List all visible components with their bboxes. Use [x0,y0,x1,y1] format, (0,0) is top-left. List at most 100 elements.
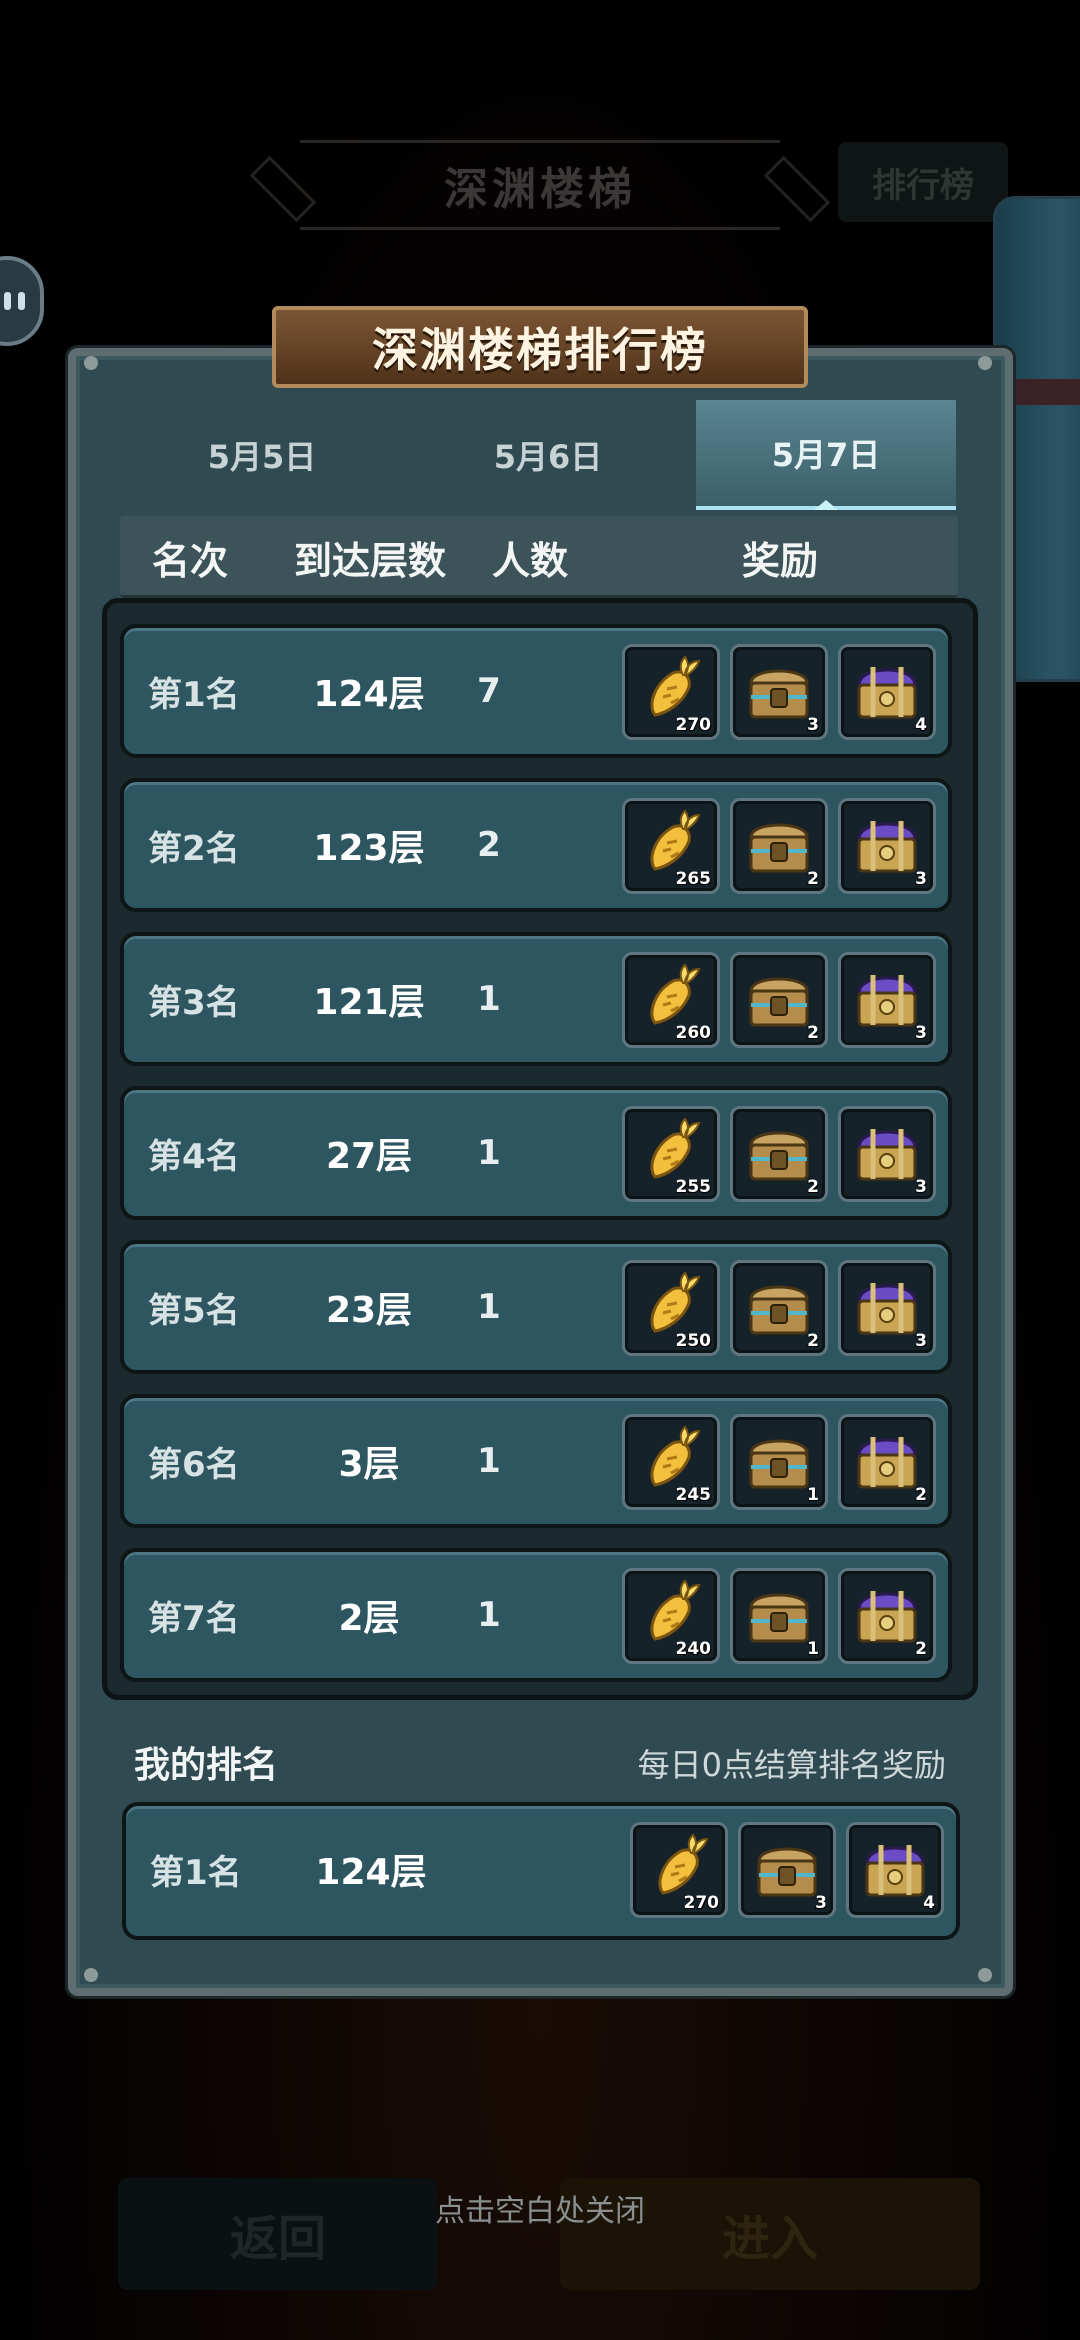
header-reward: 奖励 [741,538,818,583]
player-count: 1 [477,1441,501,1481]
reward-quantity: 240 [675,1639,712,1659]
rank-label: 第1名 [148,674,240,715]
carrot-reward[interactable]: 250 [622,1260,720,1356]
reward-quantity: 1 [807,1485,819,1505]
player-count: 1 [477,1595,501,1635]
chest-reward[interactable]: 3 [738,1822,836,1918]
reward-quantity: 245 [675,1485,712,1505]
purple-chest-reward[interactable]: 4 [838,644,936,740]
chest-reward[interactable]: 1 [730,1568,828,1664]
purple-chest-reward[interactable]: 3 [838,798,936,894]
chest-reward[interactable]: 2 [730,1106,828,1202]
rank-label: 第6名 [148,1444,240,1485]
table-row: 第6名 3层 1 245 1 2 [120,1394,952,1528]
purple-chest-icon [857,975,917,1027]
rank-label: 第5名 [148,1290,240,1331]
purple-chest-reward[interactable]: 2 [838,1568,936,1664]
close-hint[interactable]: 点击空白处关闭 [0,2186,1080,2230]
reward-quantity: 1 [807,1639,819,1659]
reward-quantity: 2 [807,1331,819,1351]
treasure-chest-icon [749,977,809,1027]
table-header: 名次 到达层数 人数 奖励 [120,516,958,598]
reward-quantity: 270 [675,715,712,735]
carrot-reward[interactable]: 270 [622,644,720,740]
reward-quantity: 3 [915,1177,927,1197]
rank-label: 第3名 [148,982,240,1023]
chest-reward[interactable]: 3 [730,644,828,740]
table-row: 第3名 121层 1 260 2 3 [120,932,952,1066]
treasure-chest-icon [757,1847,817,1897]
tab-may-5[interactable]: 5月5日 [122,400,402,510]
chest-reward[interactable]: 2 [730,798,828,894]
header-count: 人数 [491,538,568,583]
purple-chest-icon [857,1591,917,1643]
rank-label: 第2名 [148,828,240,869]
tab-may-6[interactable]: 5月6日 [408,400,688,510]
purple-chest-icon [857,667,917,719]
reward-items: 245 1 2 [622,1414,936,1510]
reward-items: 270 3 4 [622,644,936,740]
panel-corner-ornament [84,1968,98,1982]
rank-label: 第1名 [150,1852,242,1893]
carrot-reward[interactable]: 260 [622,952,720,1048]
reward-quantity: 3 [915,1023,927,1043]
reward-quantity: 2 [915,1485,927,1505]
chest-reward[interactable]: 2 [730,1260,828,1356]
carrot-reward[interactable]: 255 [622,1106,720,1202]
floor-value: 2层 [338,1598,400,1639]
treasure-chest-icon [749,1285,809,1335]
reward-items: 250 2 3 [622,1260,936,1356]
reward-quantity: 3 [807,715,819,735]
chest-reward[interactable]: 2 [730,952,828,1048]
carrot-reward[interactable]: 245 [622,1414,720,1510]
floor-value: 124层 [313,674,425,715]
player-count: 1 [477,1133,501,1173]
tab-may-7[interactable]: 5月7日 [696,400,956,510]
player-count: 1 [477,1287,501,1327]
reward-quantity: 4 [923,1893,935,1913]
table-row: 第5名 23层 1 250 2 3 [120,1240,952,1374]
floor-value: 123层 [313,828,425,869]
reward-quantity: 3 [915,869,927,889]
treasure-chest-icon [749,1131,809,1181]
reward-items: 255 2 3 [622,1106,936,1202]
carrot-reward[interactable]: 265 [622,798,720,894]
reward-quantity: 260 [675,1023,712,1043]
panel-corner-ornament [84,356,98,370]
purple-chest-reward[interactable]: 4 [846,1822,944,1918]
purple-chest-reward[interactable]: 3 [838,1106,936,1202]
floor-value: 23层 [325,1290,413,1331]
reward-quantity: 2 [915,1639,927,1659]
purple-chest-reward[interactable]: 2 [838,1414,936,1510]
reward-quantity: 250 [675,1331,712,1351]
reward-quantity: 4 [915,715,927,735]
treasure-chest-icon [749,823,809,873]
reward-items: 265 2 3 [622,798,936,894]
reward-items: 240 1 2 [622,1568,936,1664]
background-screen-title: 深渊楼梯 [300,140,780,230]
player-count: 2 [477,825,501,865]
purple-chest-icon [857,1129,917,1181]
floor-value: 121层 [313,982,425,1023]
reward-items: 270 3 4 [630,1822,944,1918]
purple-chest-reward[interactable]: 3 [838,1260,936,1356]
treasure-chest-icon [749,1439,809,1489]
chest-reward[interactable]: 1 [730,1414,828,1510]
purple-chest-icon [865,1845,925,1897]
purple-chest-icon [857,1437,917,1489]
table-row: 第4名 27层 1 255 2 3 [120,1086,952,1220]
rank-label: 第7名 [148,1598,240,1639]
header-floor: 到达层数 [293,538,446,583]
carrot-reward[interactable]: 270 [630,1822,728,1918]
reward-quantity: 270 [683,1893,720,1913]
purple-chest-reward[interactable]: 3 [838,952,936,1048]
reward-quantity: 265 [675,869,712,889]
table-row: 第7名 2层 1 240 1 2 [120,1548,952,1682]
treasure-chest-icon [749,669,809,719]
panel-title-banner: 深渊楼梯排行榜 [272,306,808,388]
my-rank-row: 第1名 124层 270 3 4 [122,1802,960,1940]
panel-corner-ornament [978,1968,992,1982]
reward-quantity: 255 [675,1177,712,1197]
carrot-reward[interactable]: 240 [622,1568,720,1664]
player-count: 1 [477,979,501,1019]
